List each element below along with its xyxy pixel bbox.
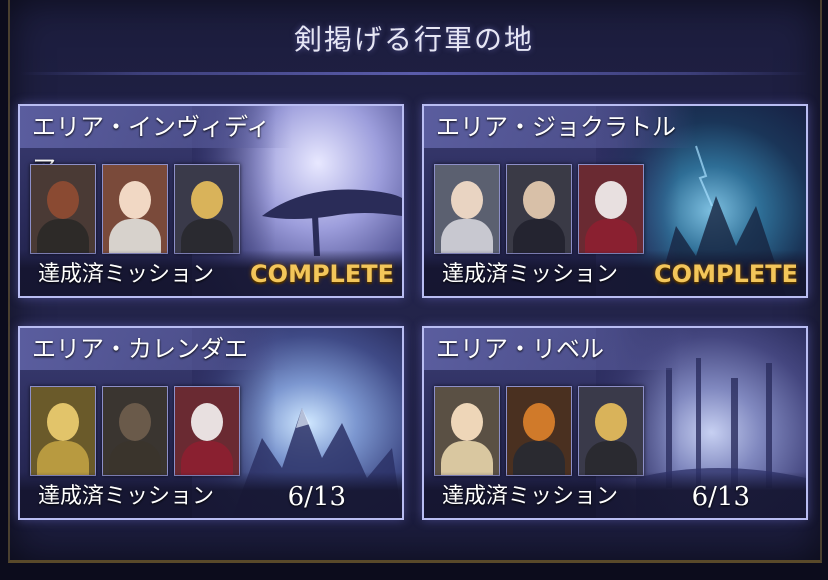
character-portrait <box>578 164 644 254</box>
character-portrait <box>30 386 96 476</box>
area-name: エリア・インヴィディア <box>20 106 292 183</box>
character-portrait <box>174 386 240 476</box>
card-footer: 達成済ミッション 6/13 <box>20 472 402 518</box>
area-card-rebel[interactable]: エリア・リベル 達成済ミッション 6/13 <box>422 326 808 520</box>
character-portrait <box>102 386 168 476</box>
complete-badge: COMPLETE <box>654 260 798 288</box>
area-name: エリア・ジョクラトル <box>424 106 696 148</box>
character-portrait <box>434 164 500 254</box>
mission-label: 達成済ミッション <box>442 262 619 287</box>
character-portrait <box>506 386 572 476</box>
area-card-invidia[interactable]: エリア・インヴィディア 達成済ミッション COMPLETE <box>18 104 404 298</box>
character-portrait <box>578 386 644 476</box>
character-portrait <box>506 164 572 254</box>
character-portrait <box>174 164 240 254</box>
mission-label: 達成済ミッション <box>38 484 215 509</box>
mission-label: 達成済ミッション <box>38 262 215 287</box>
page-title: 剣掲げる行軍の地 <box>293 23 534 56</box>
card-footer: 達成済ミッション COMPLETE <box>20 250 402 296</box>
mission-progress: 6/13 <box>691 482 750 512</box>
card-footer: 達成済ミッション COMPLETE <box>424 250 806 296</box>
title-divider <box>20 72 808 75</box>
complete-badge: COMPLETE <box>250 260 394 288</box>
character-portrait <box>434 386 500 476</box>
area-name: エリア・リベル <box>424 328 696 370</box>
card-footer: 達成済ミッション 6/13 <box>424 472 806 518</box>
area-card-jokulhlaup[interactable]: エリア・ジョクラトル 達成済ミッション COMPLETE <box>422 104 808 298</box>
mission-label: 達成済ミッション <box>442 484 619 509</box>
area-name: エリア・カレンダエ <box>20 328 292 370</box>
area-card-calendae[interactable]: エリア・カレンダエ 達成済ミッション 6/13 <box>18 326 404 520</box>
character-portrait <box>102 164 168 254</box>
character-portrait <box>30 164 96 254</box>
mission-progress: 6/13 <box>287 482 346 512</box>
